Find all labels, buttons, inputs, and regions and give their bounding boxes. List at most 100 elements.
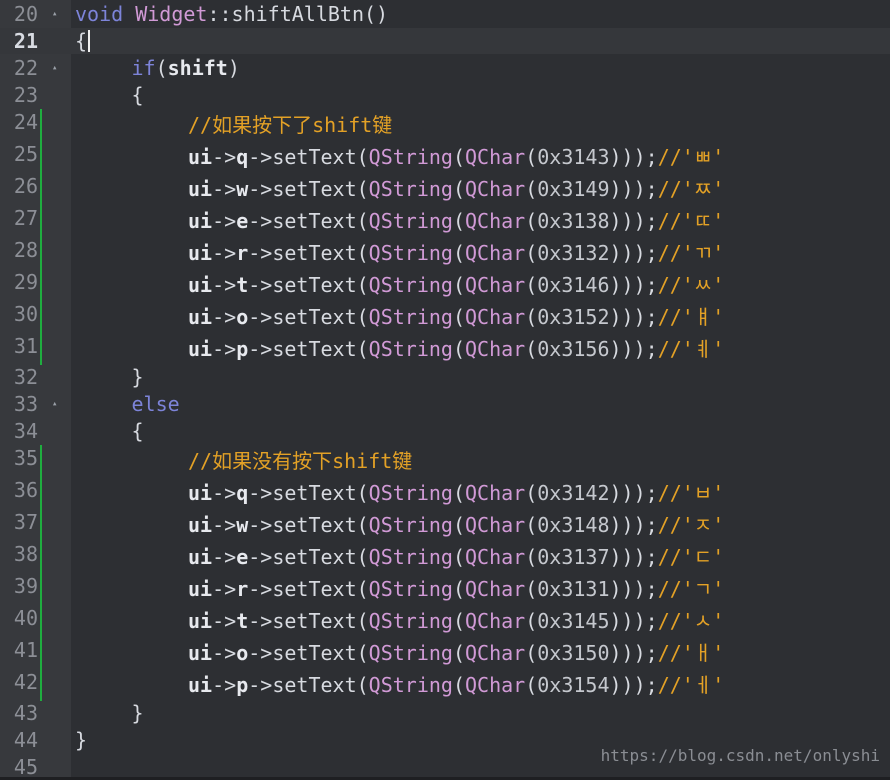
code-line[interactable]: 28 ui->r->setText(QString(QChar(0x3132)))… <box>0 237 890 269</box>
code-line[interactable]: 30 ui->o->setText(QString(QChar(0x3152)))… <box>0 301 890 333</box>
code-text[interactable]: ui->t->setText(QString(QChar(0x3146)));/… <box>188 272 724 298</box>
code-line[interactable]: 42 ui->p->setText(QString(QChar(0x3154)))… <box>0 669 890 701</box>
code-text[interactable]: ui->o->setText(QString(QChar(0x3152)));/… <box>188 304 724 330</box>
fold-toggle-icon[interactable]: ▴ <box>52 63 62 73</box>
line-number: 22 <box>13 56 38 80</box>
code-line[interactable]: 40 ui->t->setText(QString(QChar(0x3145)))… <box>0 605 890 637</box>
code-token: ( <box>525 577 538 601</box>
line-number: 34 <box>13 419 38 443</box>
code-text[interactable]: ui->q->setText(QString(QChar(0x3142)));/… <box>188 480 724 506</box>
code-token: } <box>131 701 144 725</box>
code-text[interactable]: ui->q->setText(QString(QChar(0x3143)));/… <box>188 144 724 170</box>
code-token: QChar <box>465 337 526 361</box>
code-token: ))); <box>609 641 658 665</box>
code-line[interactable]: 20 ▴ void Widget::shiftAllBtn() <box>0 1 890 27</box>
code-token: t <box>236 273 249 297</box>
code-token: -> <box>212 209 237 233</box>
code-token: e <box>236 545 249 569</box>
code-token: ( <box>525 673 538 697</box>
code-token: ))); <box>609 177 658 201</box>
code-text[interactable]: ui->e->setText(QString(QChar(0x3137)));/… <box>188 544 724 570</box>
code-token: -> <box>212 305 237 329</box>
code-line[interactable]: 37 ui->w->setText(QString(QChar(0x3148)))… <box>0 509 890 541</box>
code-line[interactable]: 43} <box>0 700 890 726</box>
code-token: ( <box>452 609 465 633</box>
code-line[interactable]: 22 ▴ if(shift) <box>0 55 890 81</box>
code-text[interactable]: ui->p->setText(QString(QChar(0x3156)));/… <box>188 336 724 362</box>
code-text[interactable]: ui->o->setText(QString(QChar(0x3150)));/… <box>188 640 724 666</box>
code-token: ->setText( <box>248 513 369 537</box>
code-line[interactable]: 26 ui->w->setText(QString(QChar(0x3149)))… <box>0 173 890 205</box>
code-token: ( <box>452 177 465 201</box>
code-token: -> <box>212 641 237 665</box>
code-text[interactable]: //如果没有按下shift键 <box>188 448 412 474</box>
code-line[interactable]: 31 ui->p->setText(QString(QChar(0x3156)))… <box>0 333 890 365</box>
code-text[interactable]: { <box>132 418 144 444</box>
code-token: QChar <box>465 241 526 265</box>
code-line[interactable]: 36 ui->q->setText(QString(QChar(0x3142)))… <box>0 477 890 509</box>
change-marker <box>40 573 42 605</box>
code-text[interactable]: else <box>132 391 180 417</box>
code-token: ))); <box>609 577 658 601</box>
code-token: ( <box>525 209 538 233</box>
code-text[interactable]: ui->w->setText(QString(QChar(0x3148)));/… <box>188 512 724 538</box>
code-line[interactable]: 32} <box>0 364 890 390</box>
code-token: //'ㅈ' <box>657 513 725 537</box>
code-text[interactable]: } <box>75 727 87 753</box>
fold-toggle-icon[interactable]: ▴ <box>52 399 62 409</box>
code-line[interactable]: 41 ui->o->setText(QString(QChar(0x3150)))… <box>0 637 890 669</box>
code-text[interactable]: ui->w->setText(QString(QChar(0x3149)));/… <box>188 176 724 202</box>
code-line[interactable]: 38 ui->e->setText(QString(QChar(0x3137)))… <box>0 541 890 573</box>
code-line[interactable]: 34 { <box>0 418 890 444</box>
code-line[interactable]: 21 { <box>0 28 890 54</box>
code-token: 0x3146 <box>537 273 610 297</box>
code-token: ->setText( <box>248 145 369 169</box>
code-token: ))); <box>609 481 658 505</box>
code-text[interactable]: ui->r->setText(QString(QChar(0x3132)));/… <box>188 240 724 266</box>
code-editor[interactable]: 20 ▴ void Widget::shiftAllBtn() 21{22 ▴ if(sh… <box>0 0 890 779</box>
code-token: ui <box>188 337 213 361</box>
code-token: ( <box>452 673 465 697</box>
change-marker <box>40 509 42 541</box>
code-text[interactable]: ui->r->setText(QString(QChar(0x3131)));/… <box>188 576 724 602</box>
line-number: 36 <box>13 478 38 502</box>
change-marker <box>40 637 42 669</box>
code-token: QString <box>368 481 453 505</box>
code-line[interactable]: 27 ui->e->setText(QString(QChar(0x3138)))… <box>0 205 890 237</box>
change-marker <box>40 237 42 269</box>
code-text[interactable]: if(shift) <box>132 55 240 81</box>
code-token: ->setText( <box>248 673 369 697</box>
code-text[interactable]: void Widget::shiftAllBtn() <box>75 1 388 27</box>
code-text[interactable]: ui->t->setText(QString(QChar(0x3145)));/… <box>188 608 724 634</box>
fold-toggle-icon[interactable]: ▴ <box>52 9 62 19</box>
code-text[interactable]: ui->p->setText(QString(QChar(0x3154)));/… <box>188 672 724 698</box>
code-text[interactable]: ui->e->setText(QString(QChar(0x3138)));/… <box>188 208 724 234</box>
code-token: ( <box>525 241 538 265</box>
code-token: ->setText( <box>248 481 369 505</box>
code-token: ( <box>525 513 538 537</box>
code-line[interactable]: 33 ▴ else <box>0 391 890 417</box>
code-line[interactable]: 35 //如果没有按下shift键 <box>0 445 890 477</box>
code-text[interactable]: } <box>132 364 144 390</box>
code-token: 0x3138 <box>537 209 610 233</box>
code-text[interactable]: { <box>75 28 91 54</box>
code-line[interactable]: 24 //如果按下了shift键 <box>0 109 890 141</box>
line-number: 26 <box>13 174 38 198</box>
line-number: 31 <box>13 334 38 358</box>
code-text[interactable]: //如果按下了shift键 <box>188 112 392 138</box>
code-token: -> <box>212 673 237 697</box>
code-line[interactable]: 23 { <box>0 82 890 108</box>
code-token: Widget <box>135 2 208 26</box>
code-line[interactable]: 25 ui->q->setText(QString(QChar(0x3143)))… <box>0 141 890 173</box>
code-token: QString <box>368 641 453 665</box>
code-token: 0x3142 <box>537 481 610 505</box>
code-token: ))); <box>609 305 658 329</box>
code-text[interactable]: { <box>132 82 144 108</box>
code-token: ( <box>452 481 465 505</box>
code-line[interactable]: 39 ui->r->setText(QString(QChar(0x3131)))… <box>0 573 890 605</box>
code-token: //'ㅉ' <box>657 177 725 201</box>
code-line[interactable]: 29 ui->t->setText(QString(QChar(0x3146)))… <box>0 269 890 301</box>
code-text[interactable]: } <box>132 700 144 726</box>
code-token: ui <box>188 673 213 697</box>
